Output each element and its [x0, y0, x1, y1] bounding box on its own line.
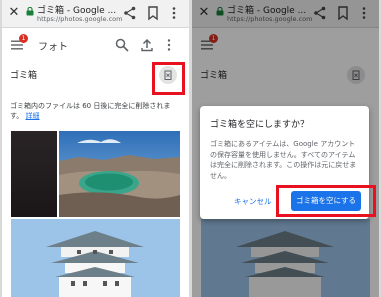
browser-url[interactable]: https://photos.google.com [37, 15, 122, 23]
empty-trash-highlight [152, 62, 185, 95]
confirm-button-highlight [276, 185, 376, 217]
trash-info-text: ゴミ箱内のファイルは 60 日後に完全に削除されます。 詳細 [10, 101, 182, 121]
bookmark-icon[interactable] [145, 5, 161, 21]
more-vert-icon[interactable] [166, 5, 182, 21]
notification-badge: 1 [19, 34, 28, 43]
dialog-body: ゴミ箱にあるアイテムは、Google アカウントの保存容量を使用しません。すべて… [210, 140, 357, 180]
trash-title: ゴミ箱 [10, 71, 38, 81]
lock-icon [26, 7, 34, 16]
photos-app-bar: 1 フォト [2, 29, 189, 61]
phone-screen-dialog: ✕ ゴミ箱 - Google ... https://photos.google… [192, 0, 379, 297]
photo-thumbnail-crater-lake[interactable] [59, 131, 180, 217]
photo-thumbnail-dark[interactable] [11, 131, 57, 217]
more-vert-icon[interactable] [162, 38, 176, 52]
photo-thumbnail-castle[interactable] [11, 219, 180, 297]
cancel-button[interactable]: キャンセル [234, 196, 272, 207]
upload-icon[interactable] [140, 38, 154, 52]
close-tab-icon[interactable]: ✕ [6, 4, 22, 22]
castle-image [11, 219, 180, 297]
details-link[interactable]: 詳細 [26, 112, 40, 120]
search-icon[interactable] [115, 38, 129, 52]
dialog-title: ゴミ箱を空にしますか？ [210, 120, 310, 130]
phone-screen-trash: ✕ ゴミ箱 - Google ... https://photos.google… [2, 0, 189, 297]
browser-toolbar: ✕ ゴミ箱 - Google ... https://photos.google… [2, 0, 189, 28]
app-title: フォト [38, 42, 68, 53]
share-icon[interactable] [122, 5, 138, 21]
crater-lake-image [59, 131, 180, 217]
